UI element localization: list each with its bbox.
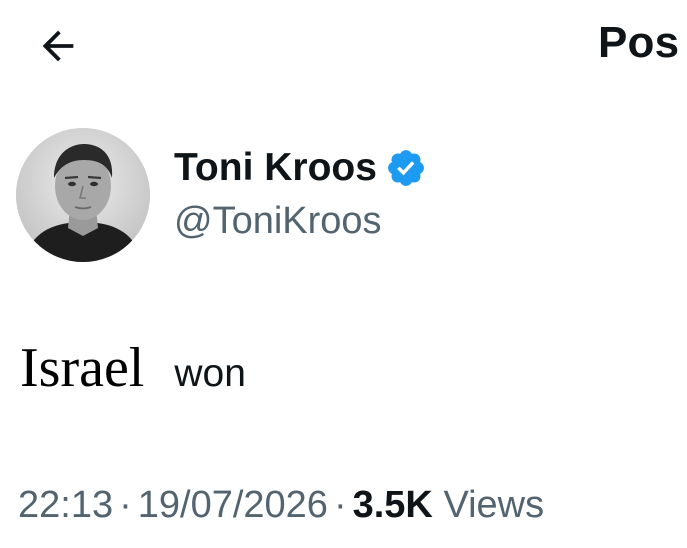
tweet-text: Israel won — [20, 336, 246, 400]
views-label: Views — [443, 484, 545, 526]
meta-separator: · — [119, 484, 132, 526]
tweet-word-2: won — [174, 352, 246, 395]
display-name[interactable]: Toni Kroos — [174, 146, 377, 190]
meta-separator: · — [333, 484, 347, 526]
arrow-left-icon — [42, 30, 74, 62]
back-button[interactable] — [26, 16, 90, 76]
name-row: Toni Kroos — [174, 142, 427, 194]
tweet-word-1: Israel — [20, 337, 145, 399]
verified-badge-icon — [387, 150, 424, 186]
header-title: Pos — [598, 18, 680, 67]
profile-photo — [16, 128, 150, 262]
author-handle[interactable]: @ToniKroos — [174, 200, 427, 243]
tweet-meta: 22:13 · 19/07/2026 · 3.5K Views — [18, 484, 544, 527]
author-block: Toni Kroos @ToniKroos — [174, 142, 427, 243]
tweet-time[interactable]: 22:13 — [18, 484, 113, 526]
views-count: 3.5K — [352, 484, 433, 526]
avatar[interactable] — [16, 128, 150, 262]
tweet-date[interactable]: 19/07/2026 — [138, 484, 328, 526]
